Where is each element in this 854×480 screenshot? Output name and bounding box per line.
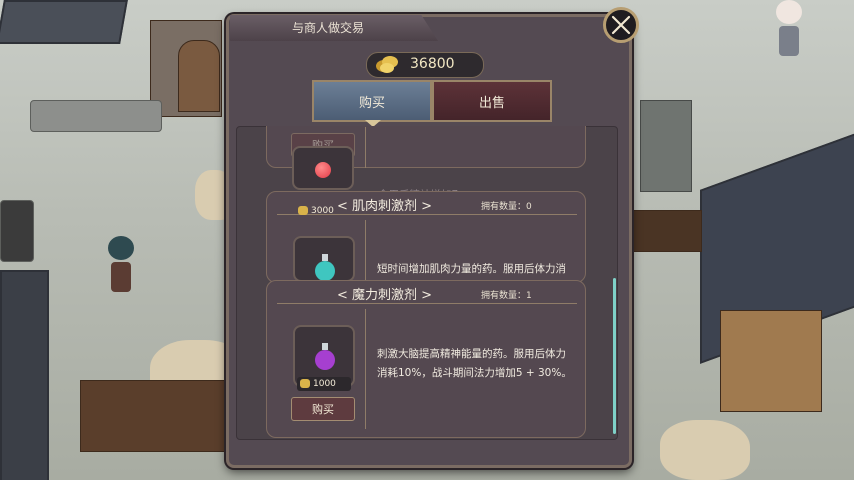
- item-owned-count: 拥有数量：1: [481, 291, 532, 301]
- list-scrollbar[interactable]: [613, 278, 616, 434]
- item-icon-frame: [293, 236, 355, 282]
- barrels: [0, 200, 34, 262]
- item-name: < 魔力刺激剂 >: [337, 288, 433, 303]
- building-roof-left: [0, 0, 128, 44]
- gold-coin-icon: [298, 206, 308, 215]
- fence-right: [630, 210, 702, 252]
- item-name: < 肌肉刺激剂 >: [337, 199, 433, 214]
- tab-sell[interactable]: 出售: [432, 80, 552, 122]
- tab-buy[interactable]: 购买: [312, 80, 432, 122]
- item-price: 3000: [295, 204, 349, 218]
- wooden-door: [178, 40, 220, 112]
- item-price: 1000: [297, 377, 351, 391]
- item-description: 刺激大脑提高精神能量的药。服用后体力消耗10%，战斗期间法力增加5 + 30%。: [377, 348, 572, 379]
- teal-potion-icon: [315, 254, 335, 281]
- close-button[interactable]: [603, 7, 639, 43]
- stone-steps: [30, 100, 162, 132]
- npc-character-top-right[interactable]: [776, 0, 802, 58]
- shop-item-card: < 魔力刺激剂 > 拥有数量：1 1000 购买 刺激大脑提高精神能量的药。服用…: [266, 280, 586, 438]
- purple-potion-icon: [315, 343, 335, 370]
- card-separator: [277, 303, 577, 304]
- crate-stack: [640, 100, 692, 192]
- cart: [80, 380, 232, 452]
- card-divider: [365, 309, 366, 429]
- item-owned-count: 拥有数量：0: [481, 202, 532, 212]
- npc-character-left[interactable]: [108, 236, 134, 294]
- red-orb-icon: [315, 162, 331, 178]
- currency-amount: 36800: [410, 56, 455, 72]
- sack-right: [660, 420, 750, 480]
- close-icon: [611, 15, 631, 35]
- card-divider: [365, 220, 366, 280]
- gold-coins-icon: [376, 56, 398, 73]
- dialog-title: 与商人做交易: [230, 15, 438, 41]
- building-left-bottom: [0, 270, 49, 480]
- item-icon-frame: [292, 146, 354, 190]
- gold-coin-icon: [300, 379, 310, 388]
- building-wall-right: [720, 310, 822, 412]
- card-divider: [365, 127, 366, 168]
- shop-item-card: < 肌肉刺激剂 > 拥有数量：0 3000 短时间增加肌肉力量的药。服用后体力消…: [266, 191, 586, 294]
- buy-button[interactable]: 购买: [291, 397, 355, 421]
